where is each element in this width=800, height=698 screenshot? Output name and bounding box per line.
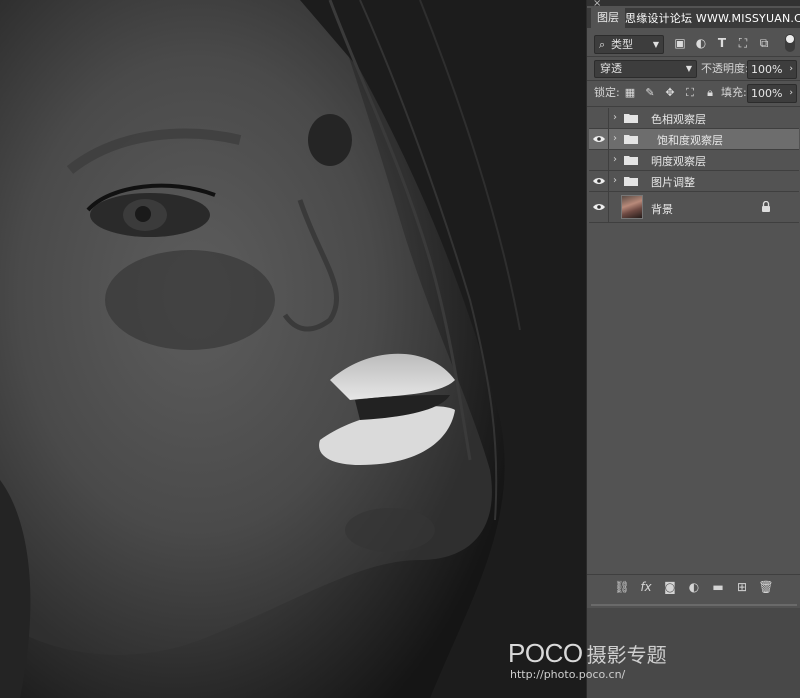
watermark-url: http://photo.poco.cn/ — [510, 668, 626, 681]
folder-icon — [624, 135, 638, 144]
lock-image-pixels-icon[interactable]: ✎ — [643, 85, 657, 100]
folder-icon — [624, 114, 638, 123]
layers-panel: × 图层 思缘设计论坛 WWW.MISSYUAN.COM ⌕ 类型 ▼ ▣ ◐ … — [586, 0, 800, 698]
adjustment-layer-icon[interactable]: ◐ — [686, 579, 702, 595]
watermark-title: 摄影专题 — [586, 643, 667, 667]
new-group-icon[interactable]: ▬ — [710, 579, 726, 595]
filter-kind-select[interactable]: ⌕ 类型 ▼ — [594, 35, 664, 54]
chevron-right-icon: › — [789, 88, 793, 98]
image-filter-icon[interactable]: ▣ — [673, 35, 687, 52]
expand-caret-icon[interactable]: › — [613, 154, 617, 165]
visibility-toggle[interactable] — [589, 171, 609, 191]
eye-icon — [593, 204, 605, 210]
layer-row[interactable]: › 明度观察层 — [589, 150, 799, 171]
opacity-input[interactable]: 100% › — [747, 60, 797, 79]
chevron-right-icon: › — [789, 64, 793, 74]
site-watermark: 思缘设计论坛 WWW.MISSYUAN.COM — [625, 12, 800, 25]
chevron-down-icon: ▼ — [685, 64, 692, 73]
layers-list: › 色相观察层 › 饱和度观察层 › 明度观察层 › 图片调整 背景 — [589, 108, 799, 572]
grayscale-portrait-photo — [0, 0, 586, 698]
folder-icon — [624, 177, 638, 186]
panel-title-strip: × — [587, 0, 800, 9]
layer-row[interactable]: › 色相观察层 — [589, 108, 799, 129]
fill-value: 100% — [751, 87, 783, 100]
eye-icon — [593, 136, 605, 142]
shape-filter-icon[interactable]: ⛶ — [736, 35, 750, 52]
search-icon: ⌕ — [599, 38, 606, 51]
tab-layers[interactable]: 图层 — [591, 8, 625, 28]
layer-name: 背景 — [651, 203, 673, 216]
chevron-down-icon: ▼ — [652, 40, 659, 49]
visibility-toggle[interactable] — [589, 150, 609, 170]
lock-position-icon[interactable]: ✥ — [663, 85, 677, 100]
layers-bottom-bar: ⛓ fx ◙ ▬ ◐ ⊞ 🗑︎ — [587, 574, 800, 601]
add-mask-icon[interactable]: ◙ — [662, 579, 678, 595]
layer-row[interactable]: › 饱和度观察层 — [589, 129, 799, 150]
poco-watermark: POCO 摄影专题 http://photo.poco.cn/ — [508, 638, 667, 681]
layer-thumbnail — [621, 195, 643, 219]
type-filter-icon[interactable]: T — [715, 35, 729, 52]
adjustment-filter-icon[interactable]: ◐ — [694, 35, 708, 52]
filter-toggle[interactable] — [785, 34, 795, 52]
opacity-label: 不透明度: — [701, 62, 749, 75]
lock-transparent-pixels-icon[interactable]: ▦ — [623, 85, 637, 100]
expand-caret-icon[interactable]: › — [613, 175, 617, 186]
visibility-toggle[interactable] — [589, 108, 609, 128]
lock-label: 锁定: — [594, 86, 620, 99]
divider — [587, 56, 800, 57]
fill-label: 填充: — [721, 86, 747, 99]
divider — [587, 106, 800, 107]
layer-name: 明度观察层 — [651, 155, 706, 168]
visibility-toggle[interactable] — [589, 192, 609, 222]
expand-caret-icon[interactable]: › — [613, 112, 617, 123]
folder-icon — [624, 156, 638, 165]
lock-all-icon[interactable]: 🔒︎ — [703, 85, 717, 100]
trash-icon[interactable]: 🗑︎ — [758, 579, 774, 595]
visibility-toggle[interactable] — [589, 129, 609, 149]
fill-input[interactable]: 100% › — [747, 84, 797, 103]
eye-icon — [593, 178, 605, 184]
layer-name: 饱和度观察层 — [657, 134, 723, 147]
document-canvas[interactable] — [0, 0, 586, 698]
layer-name: 色相观察层 — [651, 113, 706, 126]
panel-tab-bar: 图层 思缘设计论坛 WWW.MISSYUAN.COM — [587, 8, 800, 28]
divider — [587, 80, 800, 81]
lock-icon — [762, 201, 770, 212]
lock-artboard-icon[interactable]: ⛶ — [683, 85, 697, 100]
layer-row[interactable]: › 图片调整 — [589, 171, 799, 192]
fx-icon[interactable]: fx — [638, 579, 654, 595]
blend-mode-label: 穿透 — [600, 62, 622, 75]
watermark-brand: POCO — [508, 638, 583, 668]
layer-row[interactable]: 背景 — [589, 192, 799, 223]
smart-object-filter-icon[interactable]: ⧉ — [757, 35, 771, 52]
opacity-value: 100% — [751, 63, 783, 76]
expand-caret-icon[interactable]: › — [613, 133, 617, 144]
new-layer-icon[interactable]: ⊞ — [734, 579, 750, 595]
link-layers-icon[interactable]: ⛓ — [614, 579, 630, 595]
layer-name: 图片调整 — [651, 176, 695, 189]
blend-mode-select[interactable]: 穿透 ▼ — [594, 60, 697, 78]
filter-kind-label: 类型 — [611, 38, 633, 51]
panel-resize-handle[interactable] — [591, 604, 797, 606]
